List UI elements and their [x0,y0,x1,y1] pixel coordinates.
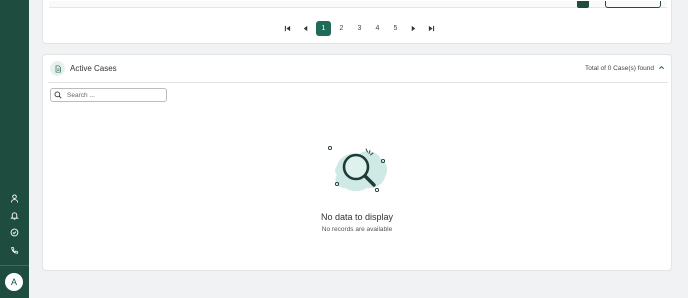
sidebar-item-notifications[interactable] [6,207,23,224]
page-button-5[interactable]: 5 [388,21,403,36]
active-cases-header[interactable]: Active Cases Total of 0 Case(s) found [43,55,671,82]
prev-page-icon [303,25,308,32]
empty-state-subtitle: No records are available [321,226,393,233]
page-button-4[interactable]: 4 [370,21,385,36]
action-button[interactable] [577,1,589,8]
empty-state-title: No data to display [320,212,394,222]
sidebar-item-person[interactable] [6,190,23,207]
secondary-action-button[interactable] [605,1,661,8]
first-page-button[interactable] [280,21,295,36]
search-input[interactable] [65,91,161,99]
magnifier-illustration [327,145,388,193]
sidebar: A [0,0,29,298]
case-count: Total of 0 Case(s) found [584,65,654,72]
person-icon [10,194,19,203]
table-footer-row [49,1,667,8]
page-button-2[interactable]: 2 [334,21,349,36]
bell-icon [10,212,19,220]
document-badge [50,61,65,76]
page-button-3[interactable]: 3 [352,21,367,36]
next-page-button[interactable] [406,21,421,36]
search-icon [51,89,65,101]
sidebar-item-calls[interactable] [6,242,23,259]
last-page-icon [428,25,435,32]
chevron-up-icon [658,65,665,70]
sidebar-item-approvals[interactable] [6,224,23,241]
page-button-1[interactable]: 1 [316,21,331,36]
card-title: Active Cases [70,64,117,73]
first-page-icon [284,25,291,32]
collapse-button[interactable] [657,63,666,72]
avatar[interactable]: A [5,273,23,291]
active-cases-card: Active Cases Total of 0 Case(s) found No… [42,54,672,271]
prev-page-button[interactable] [298,21,313,36]
pagination: 1 2 3 4 5 [280,21,439,36]
sidebar-divider [0,265,29,266]
check-circle-icon [10,228,19,237]
search-field[interactable] [50,88,167,102]
next-page-icon [411,25,416,32]
header-divider [48,82,668,83]
document-icon [55,64,61,73]
last-page-button[interactable] [424,21,439,36]
phone-icon [11,246,19,254]
